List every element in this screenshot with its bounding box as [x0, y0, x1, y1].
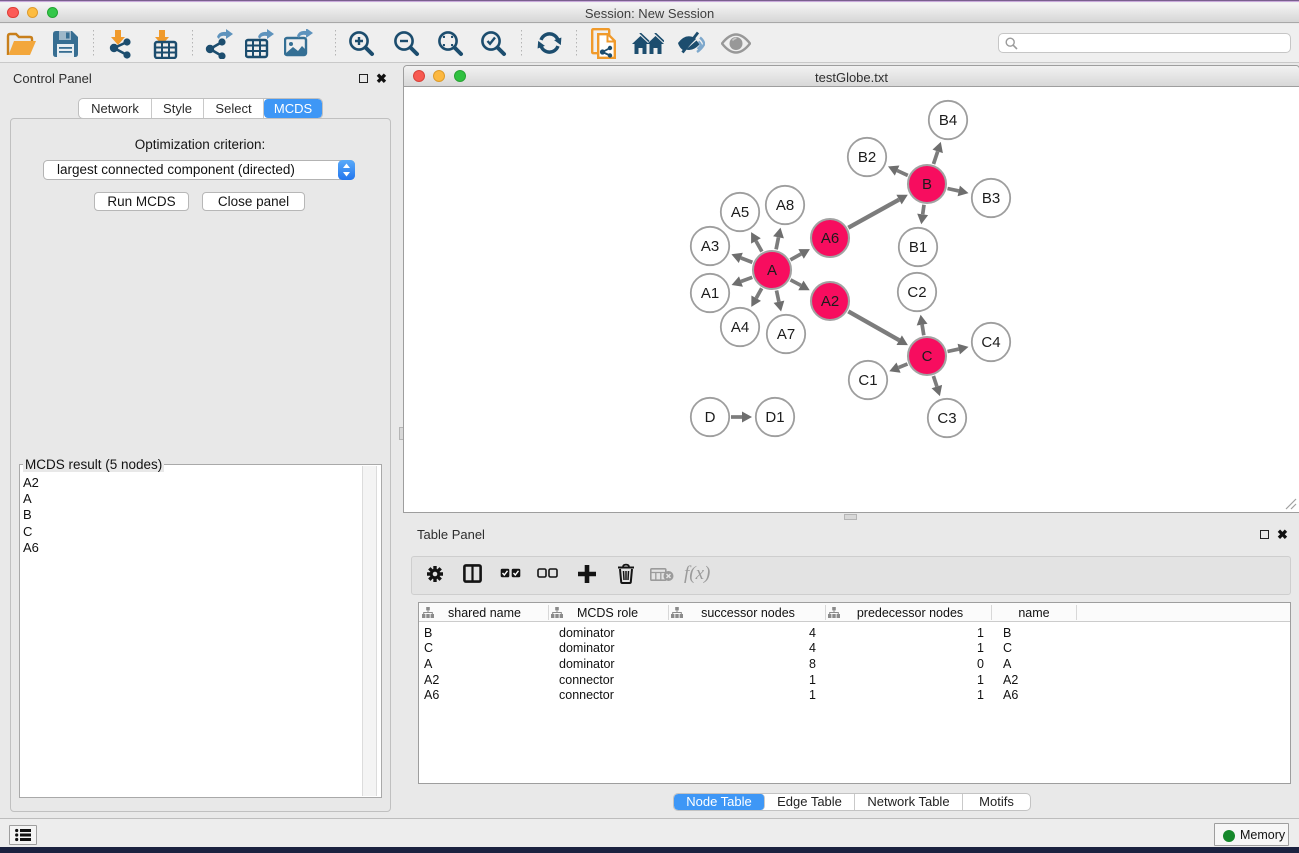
svg-text:B1: B1 — [909, 239, 927, 256]
svg-text:D: D — [705, 409, 716, 426]
svg-text:A: A — [767, 262, 777, 279]
svg-text:A4: A4 — [731, 319, 749, 336]
svg-text:A8: A8 — [776, 197, 794, 214]
svg-text:A3: A3 — [701, 238, 719, 255]
svg-text:C1: C1 — [858, 372, 877, 389]
svg-text:A2: A2 — [821, 293, 839, 310]
svg-text:C: C — [922, 348, 933, 365]
svg-text:B2: B2 — [858, 149, 876, 166]
svg-text:D1: D1 — [765, 409, 784, 426]
svg-text:A7: A7 — [777, 326, 795, 343]
svg-text:C2: C2 — [907, 284, 926, 301]
svg-text:B: B — [922, 176, 932, 193]
svg-text:A5: A5 — [731, 204, 749, 221]
svg-text:A1: A1 — [701, 285, 719, 302]
svg-text:B4: B4 — [939, 112, 957, 129]
svg-text:C4: C4 — [981, 334, 1000, 351]
svg-text:A6: A6 — [821, 230, 839, 247]
svg-text:B3: B3 — [982, 190, 1000, 207]
svg-text:C3: C3 — [937, 410, 956, 427]
